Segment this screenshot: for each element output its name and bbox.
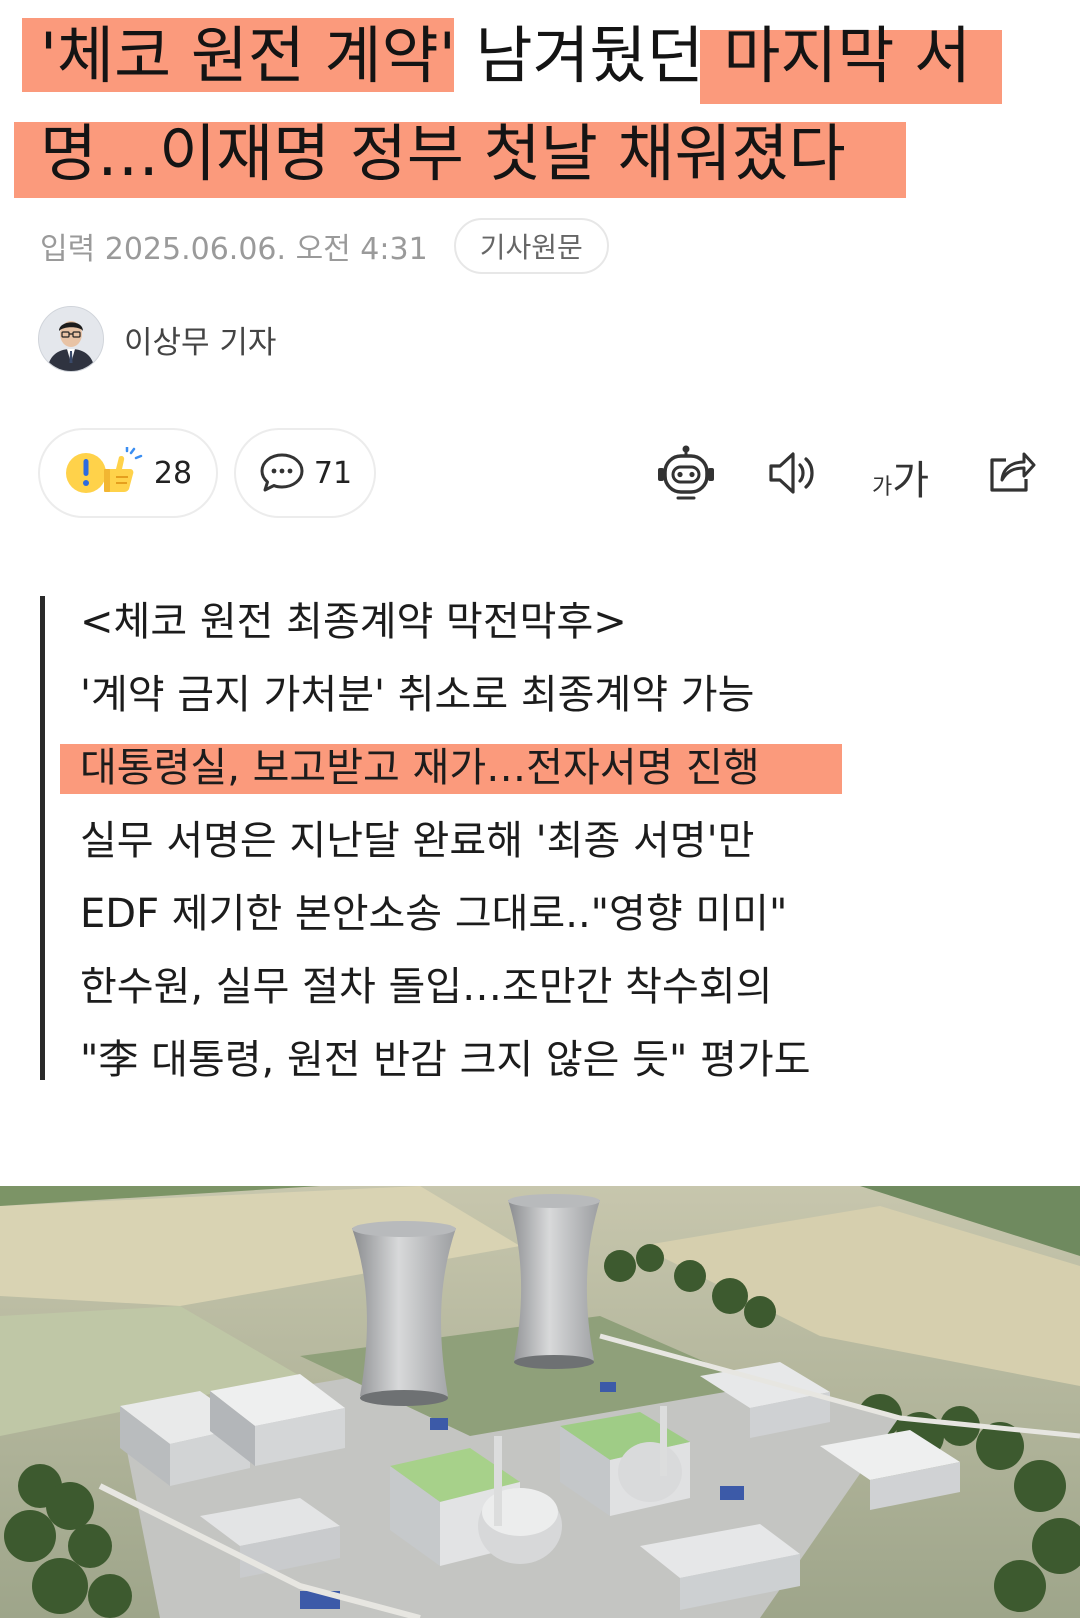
summary-line-5: EDF 제기한 본안소송 그대로.."영향 미미" [80,891,788,937]
summary-line-4: 실무 서명은 지난달 완료해 '최종 서명'만 [80,818,755,864]
summary-line-3: 대통령실, 보고받고 재가…전자서명 진행 [80,745,760,791]
font-size-button[interactable]: 가가 [872,448,929,506]
summary-line-2: '계약 금지 가처분' 취소로 최종계약 가능 [80,672,755,718]
publish-date: 입력 2025.06.06. 오전 4:31 [40,232,428,267]
headline-line-2: 명…이재명 정부 첫날 채워졌다 [40,117,846,190]
reaction-button[interactable]: 28 [38,428,218,518]
robot-icon[interactable] [656,444,716,506]
original-article-button[interactable]: 기사원문 [453,218,609,274]
speaker-icon[interactable] [766,448,820,502]
speech-bubble-icon [258,451,306,495]
summary-quote-bar [40,596,45,1080]
font-size-small-label: 가 [872,475,893,500]
author-name: 이상무 기자 [124,324,277,361]
reaction-count: 28 [153,455,193,491]
share-arrow-icon[interactable] [986,446,1038,500]
summary-line-7: "李 대통령, 원전 반감 크지 않은 듯" 평가도 [80,1037,811,1083]
comment-button[interactable]: 71 [234,428,376,518]
nuclear-plant-photo [0,1186,1080,1618]
headline-line-1: '체코 원전 계약' 남겨뒀던 마지막 서 [40,19,972,92]
comment-count: 71 [313,455,353,491]
author-row[interactable]: 이상무 기자 [38,306,276,372]
summary-line-1: <체코 원전 최종계약 막전막후> [80,599,627,645]
article-meta: 입력 2025.06.06. 오전 4:31 기사원문 [40,218,609,274]
summary-line-6: 한수원, 실무 절차 돌입…조만간 착수회의 [80,964,773,1010]
author-avatar [38,306,104,372]
font-size-large-label: 가 [892,458,930,504]
headline: '체코 원전 계약' 남겨뒀던 마지막 서 명…이재명 정부 첫날 채워졌다 [0,0,1080,210]
idea-thumbs-up-icon [64,447,146,499]
